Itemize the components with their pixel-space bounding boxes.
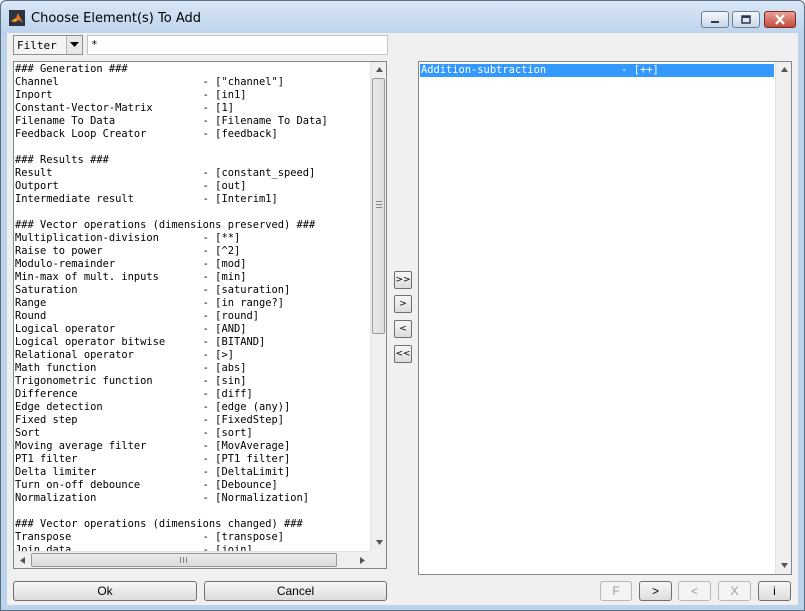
arrow-up-icon [375,67,383,72]
restore-icon [741,15,751,24]
vertical-scrollbar[interactable] [370,62,386,551]
dialog-body: Filter * ### Generation ### Channel - ["c… [7,33,798,605]
filter-mode-dropdown[interactable]: Filter [13,35,83,55]
list-item[interactable]: Normalization - [Normalization] [15,492,371,505]
horizontal-scrollbar[interactable] [14,551,370,568]
list-item[interactable]: Multiplication-division - [**] [15,232,371,245]
arrow-right-icon [359,557,365,564]
maximize-button[interactable] [732,11,760,28]
close-icon [775,14,785,25]
list-item[interactable]: ### Results ### [15,154,371,167]
next-button[interactable]: > [639,581,672,601]
add-all-button[interactable]: >> [394,271,412,289]
list-item[interactable]: Min-max of mult. inputs - [min] [15,271,371,284]
dialog-window: Choose Element(s) To Add Filter * ### Ge… [0,0,805,611]
list-item[interactable]: Fixed step - [FixedStep] [15,414,371,427]
close-button[interactable] [764,11,796,28]
list-item[interactable]: ### Generation ### [15,63,371,76]
minimize-button[interactable] [701,11,729,28]
list-item[interactable]: Logical operator - [AND] [15,323,371,336]
arrow-up-icon [780,67,788,72]
prev-button[interactable]: < [678,581,711,601]
scroll-thumb[interactable] [372,78,385,334]
f-button[interactable]: F [600,581,632,601]
matlab-logo-icon [9,10,25,26]
scroll-corner [370,551,386,568]
selected-list-scrollbar[interactable] [775,62,791,574]
list-item[interactable]: Constant-Vector-Matrix - [1] [15,102,371,115]
add-button[interactable]: > [394,295,412,313]
arrow-down-icon [780,563,788,568]
list-item[interactable]: PT1 filter - [PT1 filter] [15,453,371,466]
horizontal-scroll-thumb[interactable] [31,553,337,567]
list-item[interactable]: Intermediate result - [Interim1] [15,193,371,206]
list-item[interactable]: Inport - [in1] [15,89,371,102]
x-button[interactable]: X [718,581,751,601]
list-item[interactable] [15,206,371,219]
list-item[interactable]: Trigonometric function - [sin] [15,375,371,388]
remove-button[interactable]: < [394,320,412,338]
list-item[interactable]: Moving average filter - [MovAverage] [15,440,371,453]
list-item[interactable]: Edge detection - [edge (any)] [15,401,371,414]
list-item[interactable]: Math function - [abs] [15,362,371,375]
scroll-right-button[interactable] [354,552,370,568]
list-item[interactable]: Filename To Data - [Filename To Data] [15,115,371,128]
scroll-left-button[interactable] [14,552,30,568]
scroll-down-button[interactable] [776,558,791,574]
list-item[interactable]: Delta limiter - [DeltaLimit] [15,466,371,479]
list-item[interactable]: Turn on-off debounce - [Debounce] [15,479,371,492]
info-button[interactable]: i [758,581,791,601]
list-item[interactable]: Outport - [out] [15,180,371,193]
list-item[interactable]: Relational operator - [>] [15,349,371,362]
dropdown-arrow[interactable] [66,36,82,54]
list-item[interactable]: ### Vector operations (dimensions change… [15,518,371,531]
scroll-up-button[interactable] [776,62,791,78]
filter-mode-value: Filter [17,39,57,52]
list-item[interactable]: Sort - [sort] [15,427,371,440]
list-item[interactable]: Saturation - [saturation] [15,284,371,297]
available-elements-list[interactable]: ### Generation ### Channel - ["channel"] I… [13,61,387,569]
arrow-left-icon [19,557,25,564]
filter-input[interactable]: * [87,35,388,55]
scroll-up-button[interactable] [371,62,386,78]
window-title: Choose Element(s) To Add [31,11,201,26]
title-bar[interactable]: Choose Element(s) To Add [1,1,804,34]
list-item[interactable]: Result - [constant_speed] [15,167,371,180]
list-item[interactable] [15,505,371,518]
list-item[interactable]: Range - [in range?] [15,297,371,310]
list-item[interactable]: Transpose - [transpose] [15,531,371,544]
list-item[interactable]: Channel - ["channel"] [15,76,371,89]
ok-button[interactable]: Ok [13,581,197,601]
list-item[interactable]: Modulo-remainder - [mod] [15,258,371,271]
list-item[interactable]: Raise to power - [^2] [15,245,371,258]
list-item-selected[interactable]: Addition-subtraction - [++] [420,64,774,77]
arrow-down-icon [375,540,383,545]
list-item[interactable]: Difference - [diff] [15,388,371,401]
list-item[interactable]: ### Vector operations (dimensions preser… [15,219,371,232]
remove-all-button[interactable]: << [394,345,412,363]
list-item[interactable]: Feedback Loop Creator - [feedback] [15,128,371,141]
available-elements-lines: ### Generation ### Channel - ["channel"] I… [15,63,371,552]
cancel-button[interactable]: Cancel [204,581,387,601]
scroll-down-button[interactable] [371,535,386,551]
selected-elements-list[interactable]: Addition-subtraction - [++] [418,61,792,575]
list-item[interactable]: Round - [round] [15,310,371,323]
chevron-down-icon [70,42,79,47]
list-item[interactable]: Logical operator bitwise - [BITAND] [15,336,371,349]
minimize-icon [711,21,719,23]
list-item[interactable] [15,141,371,154]
